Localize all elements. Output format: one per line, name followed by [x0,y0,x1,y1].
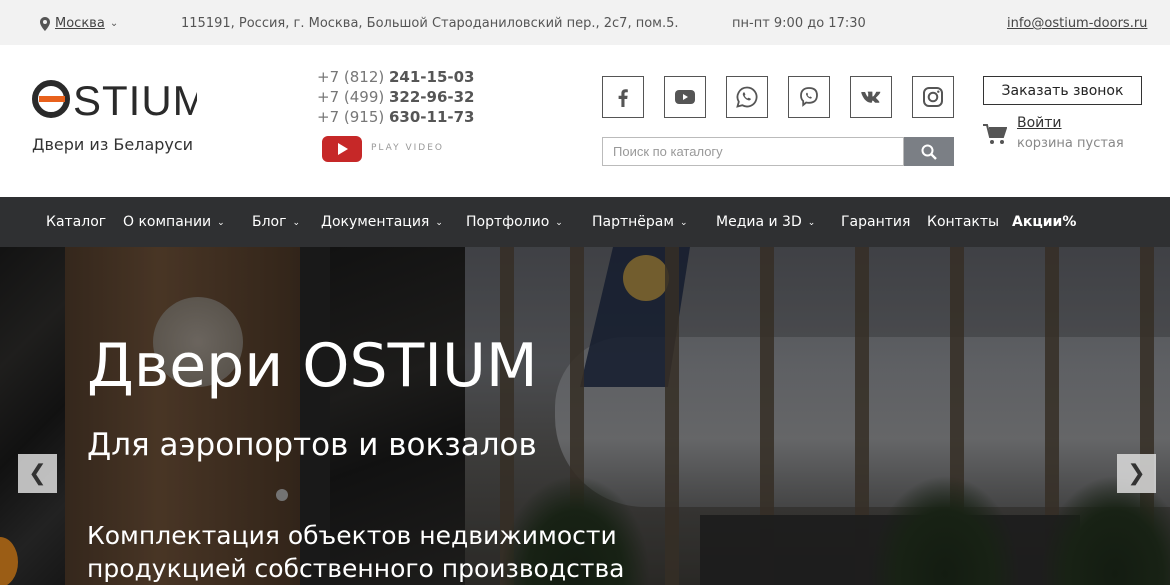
email-link[interactable]: info@ostium-doors.ru [1007,16,1147,31]
hero-description: Комплектация объектов недвижимости проду… [87,519,625,585]
main-nav: Каталог О компании ⌄ Блог ⌄ Документация ⌄ … [0,197,1170,247]
city-selector[interactable]: Москва ⌄ [40,16,118,31]
slider-next-button[interactable]: ❯ [1117,454,1156,493]
chevron-down-icon: ⌄ [109,18,119,29]
city-name[interactable]: Москва [55,16,105,31]
search-input[interactable] [602,137,904,166]
chevron-right-icon: ❯ [1127,461,1146,486]
chevron-down-icon: ⌄ [292,218,301,228]
ostium-logo[interactable]: STIUM [31,75,197,123]
nav-item-catalog[interactable]: Каталог [46,214,106,230]
facebook-link[interactable] [602,76,644,118]
search-button[interactable] [904,137,954,166]
nav-item-media[interactable]: Медиа и 3D ⌄ [716,214,815,230]
phone-number[interactable]: +7 (812) 241-15-03 [317,67,475,87]
hero-line: Комплектация объектов недвижимости [87,521,617,550]
nav-item-portfolio[interactable]: Портфолио ⌄ [466,214,563,230]
youtube-icon [675,90,695,104]
nav-item-promo[interactable]: Акции% [1012,214,1076,230]
phone-number[interactable]: +7 (499) 322-96-32 [317,87,475,107]
play-video-label[interactable]: PLAY VIDEO [371,143,444,153]
vk-link[interactable] [850,76,892,118]
cart-icon[interactable] [983,124,1007,146]
hero-title: Двери OSTIUM [87,331,538,401]
nav-item-partners[interactable]: Партнёрам ⌄ [592,214,688,230]
company-address: 115191, Россия, г. Москва, Большой Старо… [181,16,679,31]
youtube-link[interactable] [664,76,706,118]
location-pin-icon [40,16,50,31]
login-link[interactable]: Войти [1017,115,1062,131]
nav-item-warranty[interactable]: Гарантия [841,214,910,230]
chevron-down-icon: ⌄ [435,218,443,228]
chevron-down-icon: ⌄ [555,218,563,228]
tagline: Двери из Беларуси [32,135,194,154]
phone-number[interactable]: +7 (915) 630-11-73 [317,107,475,127]
viber-link[interactable] [788,76,830,118]
facebook-icon [618,89,628,107]
instagram-link[interactable] [912,76,954,118]
nav-item-contacts[interactable]: Контакты [927,214,999,230]
instagram-icon [923,87,943,107]
order-call-button[interactable]: Заказать звонок [983,76,1142,105]
chevron-left-icon: ❮ [28,461,47,486]
search-icon [921,144,937,160]
hero-line: продукцией собственного производства [87,554,625,583]
whatsapp-icon [736,86,758,108]
hero-slider: Двери OSTIUM Для аэропортов и вокзалов К… [0,247,1170,585]
chevron-down-icon: ⌄ [217,218,225,228]
svg-text:STIUM: STIUM [73,77,197,123]
youtube-play-icon[interactable] [322,136,362,162]
chevron-down-icon: ⌄ [807,218,816,228]
hero-subtitle: Для аэропортов и вокзалов [87,427,537,463]
top-bar: Москва ⌄ 115191, Россия, г. Москва, Боль… [0,0,1170,45]
vk-icon [861,91,881,103]
whatsapp-link[interactable] [726,76,768,118]
header: STIUM Двери из Беларуси +7 (812) 241-15-… [0,45,1170,197]
nav-item-about[interactable]: О компании ⌄ [123,214,225,230]
viber-icon [800,87,818,107]
nav-item-blog[interactable]: Блог ⌄ [252,214,300,230]
nav-item-docs[interactable]: Документация ⌄ [321,214,443,230]
slider-prev-button[interactable]: ❮ [18,454,57,493]
cart-status: корзина пустая [1017,136,1124,151]
phone-list: +7 (812) 241-15-03 +7 (499) 322-96-32 +7… [317,67,475,127]
chevron-down-icon: ⌄ [679,218,688,228]
working-hours: пн-пт 9:00 до 17:30 [732,16,866,31]
